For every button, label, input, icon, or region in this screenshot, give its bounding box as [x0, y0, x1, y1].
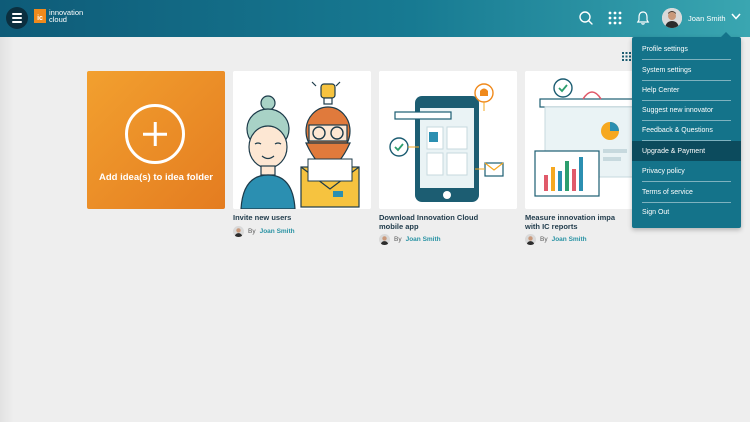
logo-line-2: cloud — [49, 15, 67, 24]
mobile-app-illustration — [379, 71, 517, 209]
avatar — [662, 8, 682, 28]
avatar — [379, 234, 390, 245]
menu-item-suggest-innovator[interactable]: Suggest new innovator — [632, 100, 741, 120]
search-icon[interactable] — [578, 10, 594, 26]
author-link[interactable]: Joan Smith — [406, 236, 441, 243]
card-image — [379, 71, 517, 209]
card-author-row: By Joan Smith — [525, 234, 663, 245]
app-logo[interactable]: ic innovation cloud — [34, 9, 83, 23]
card-title: Invite new users — [233, 214, 371, 223]
avatar — [233, 225, 244, 237]
menu-item-sign-out[interactable]: Sign Out — [632, 202, 741, 222]
card-author-row: By Joan Smith — [379, 234, 517, 245]
card-invite-users[interactable]: Invite new users By Joan Smith — [233, 71, 371, 237]
card-author-row: By Joan Smith — [233, 225, 371, 237]
author-avatar-image — [525, 234, 536, 245]
chevron-down-icon[interactable] — [731, 13, 741, 20]
card-download-app[interactable]: Download Innovation Cloud mobile app By … — [379, 71, 517, 245]
top-bar: ic innovation cloud Joan Smith — [0, 0, 750, 37]
user-avatar-image — [662, 8, 682, 28]
user-menu-trigger[interactable]: Joan Smith — [662, 8, 726, 28]
plus-icon — [125, 104, 185, 164]
card-title: Download Innovation Cloud mobile app — [379, 214, 517, 231]
user-dropdown-menu: Profile settings System settings Help Ce… — [632, 32, 741, 228]
add-idea-label: Add idea(s) to idea folder — [98, 172, 213, 183]
card-image — [233, 71, 371, 209]
avatar — [525, 234, 536, 245]
invite-users-illustration — [233, 71, 371, 209]
logo-mark: ic — [34, 9, 46, 23]
menu-item-privacy-policy[interactable]: Privacy policy — [632, 161, 741, 181]
grid-view-icon[interactable] — [622, 52, 631, 61]
bell-icon[interactable] — [635, 10, 651, 26]
by-label: By — [394, 236, 402, 243]
menu-line — [12, 13, 22, 15]
author-link[interactable]: Joan Smith — [552, 236, 587, 243]
menu-item-feedback[interactable]: Feedback & Questions — [632, 120, 741, 140]
menu-item-upgrade-payment[interactable]: Upgrade & Payment — [632, 141, 741, 161]
logo-text: innovation cloud — [49, 9, 83, 24]
apps-grid-icon[interactable] — [607, 10, 623, 26]
card-title-line: mobile app — [379, 221, 419, 231]
collapsed-sidebar — [0, 37, 14, 422]
add-idea-card[interactable]: Add idea(s) to idea folder — [87, 71, 225, 209]
menu-line — [12, 17, 22, 19]
by-label: By — [540, 236, 548, 243]
author-avatar-image — [379, 234, 390, 245]
menu-item-profile-settings[interactable]: Profile settings — [632, 39, 741, 59]
by-label: By — [248, 227, 256, 235]
menu-item-help-center[interactable]: Help Center — [632, 80, 741, 100]
user-name: Joan Smith — [688, 13, 726, 23]
hamburger-menu-button[interactable] — [6, 7, 28, 29]
menu-item-terms[interactable]: Terms of service — [632, 182, 741, 202]
menu-item-system-settings[interactable]: System settings — [632, 60, 741, 80]
menu-line — [12, 21, 22, 23]
card-title-line: Invite new users — [233, 214, 292, 222]
author-avatar-image — [233, 225, 244, 237]
author-link[interactable]: Joan Smith — [260, 228, 295, 235]
